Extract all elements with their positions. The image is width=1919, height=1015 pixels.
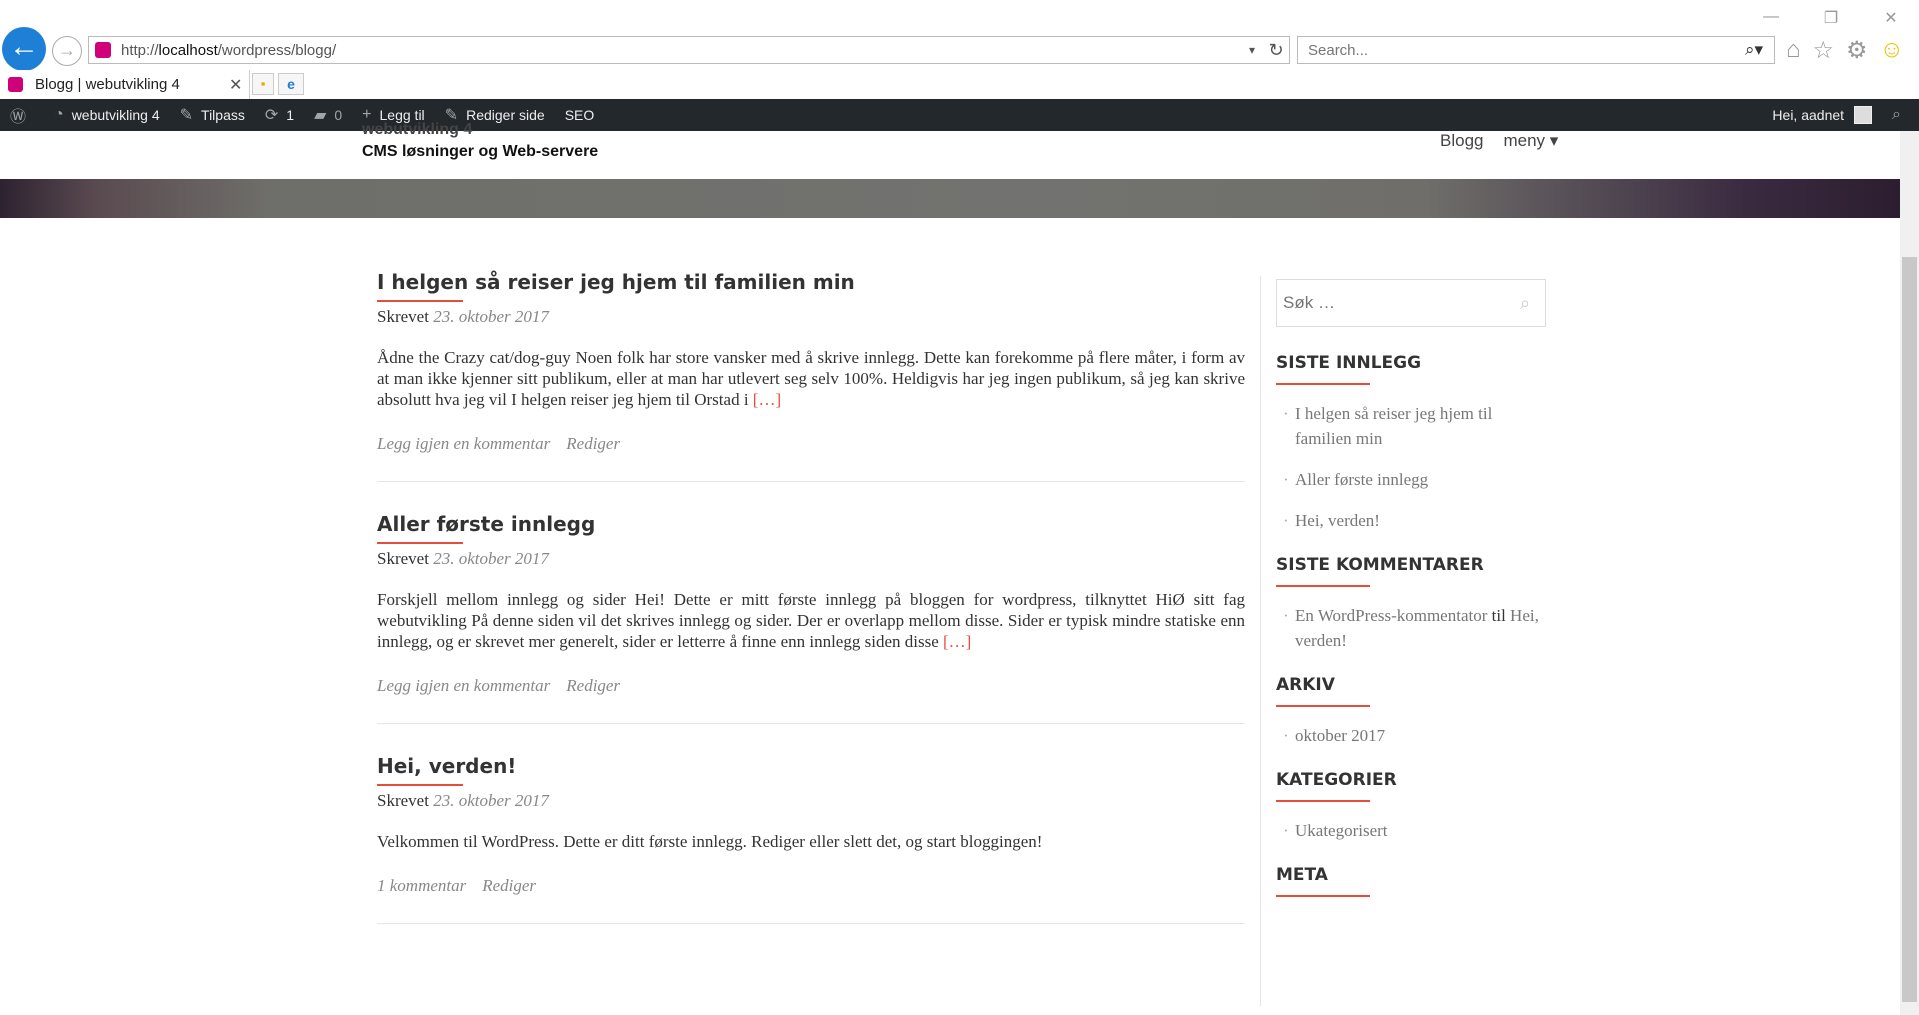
comment-link[interactable]: Legg igjen en kommentar [377, 676, 550, 696]
post-meta: Skrevet 23. oktober 2017 [377, 307, 549, 326]
scrollbar-thumb[interactable] [1902, 257, 1917, 1002]
header-image [0, 179, 1900, 218]
tab-bar: Blogg | webutvikling 4 ✕ ▪ e [0, 70, 1919, 99]
url-text[interactable]: http://localhost/wordpress/blogg/ [121, 42, 1241, 59]
address-dropdown-icon[interactable]: ▾ [1241, 43, 1263, 57]
sidebar-divider [1260, 276, 1261, 1006]
widget-title-recent-comments: SISTE KOMMENTARER [1276, 555, 1484, 587]
widget-title-categories: KATEGORIER [1276, 770, 1397, 802]
post-date[interactable]: 23. oktober 2017 [433, 307, 549, 326]
post-entry: Aller første innlegg Skrevet 23. oktober… [377, 512, 1245, 724]
list-item: En WordPress-kommentator til Hei, verden… [1276, 603, 1546, 653]
tab-active[interactable]: Blogg | webutvikling 4 ✕ [0, 70, 250, 99]
sidebar-search[interactable]: ⌕ [1276, 279, 1546, 327]
post-title[interactable]: I helgen så reiser jeg hjem til familien… [377, 270, 855, 302]
address-bar[interactable]: http://localhost/wordpress/blogg/ ▾ ↻ [88, 36, 1290, 64]
post-excerpt: Velkommen til WordPress. Dette er ditt f… [377, 832, 1043, 851]
wordpress-logo-icon[interactable]: Ⓦ [0, 99, 44, 131]
nav-item-blogg[interactable]: Blogg [1440, 131, 1483, 151]
tab-title: Blogg | webutvikling 4 [35, 76, 180, 93]
list-item[interactable]: oktober 2017 [1276, 723, 1546, 748]
back-button[interactable]: ← [2, 27, 46, 71]
recent-posts-list: I helgen så reiser jeg hjem til familien… [1276, 401, 1546, 533]
widget-title-archive: ARKIV [1276, 675, 1370, 707]
list-item[interactable]: Hei, verden! [1276, 508, 1546, 533]
toolbar-icons: ⌂ ☆ ⚙ ☺ [1786, 36, 1904, 65]
page-scrollbar[interactable] [1900, 131, 1919, 1015]
comment-bubble-icon: ▰ [314, 107, 327, 124]
post-footer: 1 kommentar Rediger [377, 876, 1245, 896]
browser-chrome: — ❐ ✕ ← → http://localhost/wordpress/blo… [0, 0, 1919, 99]
post-entry: Hei, verden! Skrevet 23. oktober 2017 Ve… [377, 754, 1245, 924]
post-excerpt: Forskjell mellom innlegg og sider Hei! D… [377, 590, 1245, 651]
updates-icon: ⟳ [264, 107, 279, 124]
read-more-link[interactable]: […] [943, 632, 971, 651]
avatar [1854, 106, 1873, 124]
comment-link[interactable]: Legg igjen en kommentar [377, 434, 550, 454]
admin-updates-link[interactable]: ⟳ 1 [255, 99, 304, 131]
post-title[interactable]: Hei, verden! [377, 754, 516, 786]
post-footer: Legg igjen en kommentar Rediger [377, 676, 1245, 696]
main-navigation: Blogg meny ▾ [1440, 131, 1558, 151]
search-icon[interactable]: ⌕ [1505, 293, 1545, 314]
edit-link[interactable]: Rediger [566, 676, 620, 696]
admin-customize-link[interactable]: ✎ Tilpass [170, 99, 255, 131]
tab-close-icon[interactable]: ✕ [229, 75, 249, 95]
comment-link[interactable]: 1 kommentar [377, 876, 466, 896]
post-meta: Skrevet 23. oktober 2017 [377, 549, 549, 568]
post-title[interactable]: Aller første innlegg [377, 512, 595, 544]
post-meta: Skrevet 23. oktober 2017 [377, 791, 549, 810]
post-date[interactable]: 23. oktober 2017 [433, 791, 549, 810]
post-date[interactable]: 23. oktober 2017 [433, 549, 549, 568]
minimize-icon[interactable]: — [1761, 8, 1781, 28]
dashboard-icon: ◔ [54, 106, 64, 123]
site-header: webutvikling 4 CMS løsninger og Web-serv… [0, 121, 1900, 179]
sidebar-search-input[interactable] [1283, 293, 1505, 313]
widget-title-meta: META [1276, 865, 1370, 897]
post-list: I helgen så reiser jeg hjem til familien… [377, 270, 1245, 954]
search-icon[interactable]: ⌕▾ [1734, 40, 1774, 60]
admin-site-link[interactable]: ◔ webutvikling 4 [44, 99, 170, 131]
browser-search-input[interactable] [1308, 41, 1734, 59]
admin-seo-link[interactable]: SEO [555, 99, 605, 131]
recent-comments-list: En WordPress-kommentator til Hei, verden… [1276, 603, 1546, 653]
refresh-icon[interactable]: ↻ [1263, 40, 1289, 61]
close-window-icon[interactable]: ✕ [1881, 8, 1901, 28]
site-description: CMS løsninger og Web-servere [362, 143, 599, 160]
post-entry: I helgen så reiser jeg hjem til familien… [377, 270, 1245, 482]
list-item[interactable]: Ukategorisert [1276, 818, 1546, 843]
wp-admin-bar: Ⓦ ◔ webutvikling 4 ✎ Tilpass ⟳ 1 ▰ 0 + Legg t… [0, 99, 1919, 131]
tab-favicon-icon [8, 77, 23, 92]
feedback-smiley-icon[interactable]: ☺ [1880, 36, 1905, 65]
restore-icon[interactable]: ❐ [1821, 8, 1841, 28]
edit-link[interactable]: Rediger [566, 434, 620, 454]
ie-tab-icon[interactable]: e [278, 73, 304, 95]
archive-list: oktober 2017 [1276, 723, 1546, 748]
site-favicon-icon [95, 42, 111, 58]
comment-author-link[interactable]: En WordPress-kommentator [1295, 606, 1487, 625]
window-controls: — ❐ ✕ [1761, 8, 1901, 28]
nav-item-meny[interactable]: meny ▾ [1503, 131, 1558, 151]
admin-search-icon[interactable]: ⌕ [1882, 99, 1919, 131]
list-item[interactable]: Aller første innlegg [1276, 467, 1546, 492]
home-icon[interactable]: ⌂ [1786, 36, 1801, 65]
settings-gear-icon[interactable]: ⚙ [1846, 36, 1868, 65]
post-excerpt: Ådne the Crazy cat/dog-guy Noen folk har… [377, 348, 1245, 409]
admin-account-link[interactable]: Hei, aadnet [1762, 99, 1882, 131]
admin-comments-link[interactable]: ▰ 0 [304, 99, 352, 131]
edit-link[interactable]: Rediger [482, 876, 536, 896]
list-item[interactable]: I helgen så reiser jeg hjem til familien… [1276, 401, 1546, 451]
new-tab-icon[interactable]: ▪ [252, 73, 274, 95]
sidebar: ⌕ SISTE INNLEGG I helgen så reiser jeg h… [1276, 279, 1546, 897]
site-title[interactable]: webutvikling 4 [362, 121, 472, 139]
read-more-link[interactable]: […] [753, 390, 781, 409]
forward-button[interactable]: → [52, 36, 82, 66]
widget-title-recent-posts: SISTE INNLEGG [1276, 353, 1421, 385]
brush-icon: ✎ [179, 107, 194, 124]
post-footer: Legg igjen en kommentar Rediger [377, 434, 1245, 454]
favorites-star-icon[interactable]: ☆ [1813, 36, 1835, 65]
browser-search[interactable]: ⌕▾ [1297, 36, 1775, 64]
categories-list: Ukategorisert [1276, 818, 1546, 843]
